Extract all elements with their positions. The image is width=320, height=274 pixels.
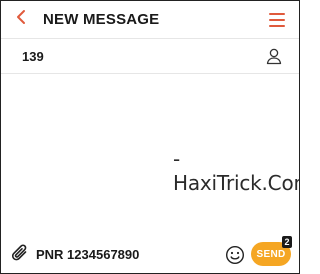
contact-picker-button[interactable] xyxy=(265,47,283,65)
hamburger-menu-icon xyxy=(269,13,285,15)
smiley-icon xyxy=(225,245,245,269)
chevron-left-icon xyxy=(15,9,27,30)
back-button[interactable] xyxy=(1,1,41,39)
watermark-text: -HaxiTrick.Com xyxy=(173,147,300,195)
person-icon xyxy=(265,48,283,69)
app-header: NEW MESSAGE xyxy=(1,1,299,39)
sms-count-badge: 2 xyxy=(282,236,292,248)
recipient-value[interactable]: 139 xyxy=(22,49,44,64)
attach-button[interactable] xyxy=(11,243,31,265)
messaging-window: NEW MESSAGE 139 -HaxiTrick.Com PNR 12345… xyxy=(0,0,300,274)
menu-button[interactable] xyxy=(269,11,285,29)
message-input[interactable] xyxy=(36,243,216,265)
conversation-area: -HaxiTrick.Com xyxy=(1,75,299,235)
page-title: NEW MESSAGE xyxy=(43,11,160,28)
compose-bar: SEND 2 xyxy=(1,236,299,273)
recipient-field[interactable]: 139 xyxy=(1,39,299,74)
paperclip-icon xyxy=(11,244,31,269)
emoji-button[interactable] xyxy=(225,245,245,265)
